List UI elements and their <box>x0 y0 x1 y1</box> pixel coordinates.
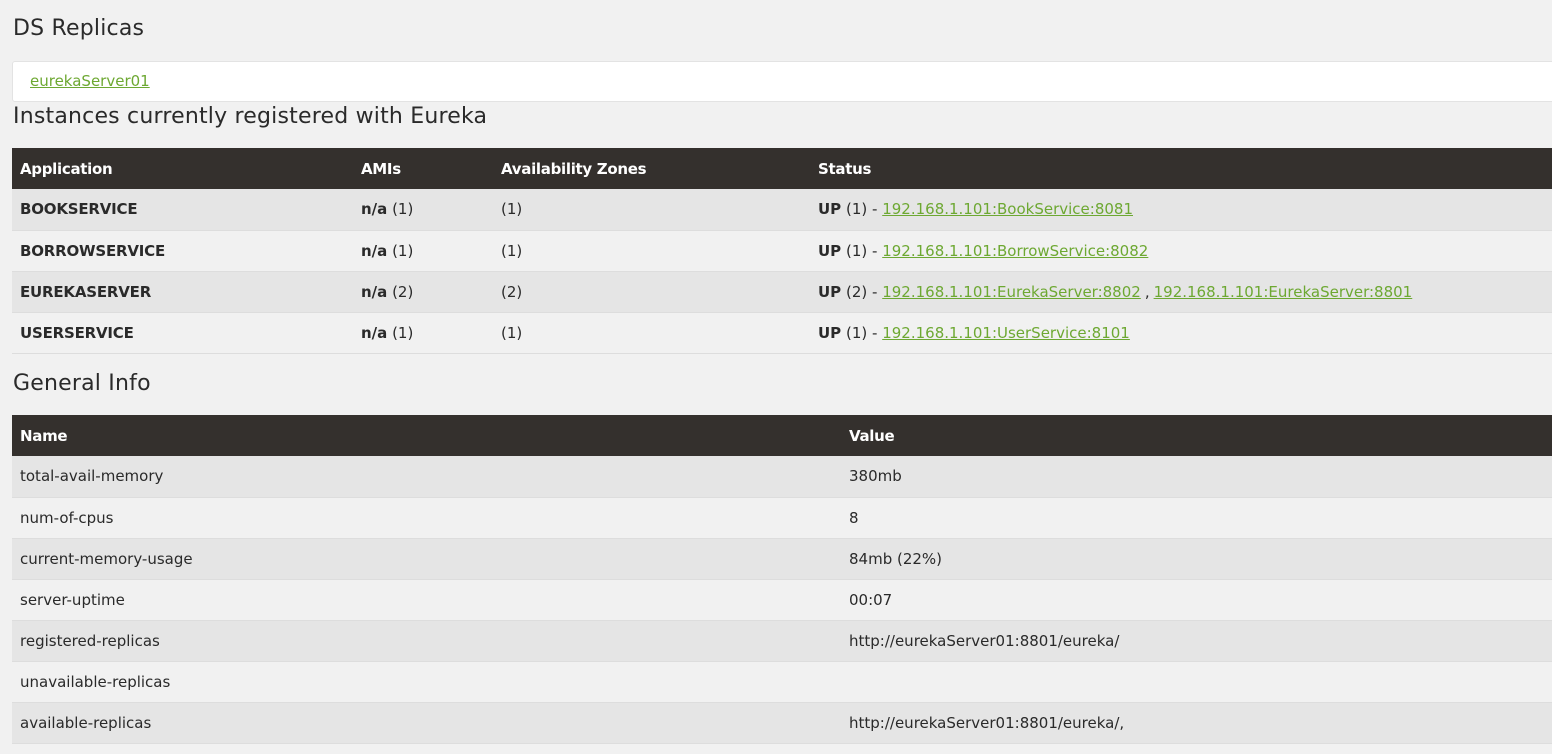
column-header-application: Application <box>20 159 113 178</box>
info-value: 00:07 <box>849 590 893 609</box>
status-separator: - <box>872 323 878 342</box>
amis-count: (1) <box>392 200 414 219</box>
table-row: available-replicas http://eurekaServer01… <box>12 702 1552 743</box>
amis-cell: n/a (1) <box>353 230 493 271</box>
info-name: server-uptime <box>20 590 125 609</box>
amis-count: (1) <box>392 241 414 260</box>
table-row: num-of-cpus 8 <box>12 497 1552 538</box>
eureka-dashboard: DS Replicas eurekaServer01 Instances cur… <box>0 0 1552 754</box>
zones-cell: (1) <box>501 323 523 342</box>
link-separator: , <box>1144 282 1150 301</box>
info-name: registered-replicas <box>20 631 160 650</box>
column-header-status: Status <box>818 159 872 178</box>
amis-cell: n/a (1) <box>353 312 493 353</box>
instances-header-row: Application AMIs Availability Zones Stat… <box>12 148 1552 189</box>
application-name: EUREKASERVER <box>20 282 152 301</box>
status-count: (1) <box>845 323 868 342</box>
amis-label: n/a <box>361 323 388 342</box>
general-info-table: Name Value total-avail-memory 380mb num-… <box>12 415 1552 744</box>
table-row: BORROWSERVICE n/a (1) (1) UP (1) - 192.1… <box>12 230 1552 271</box>
info-name: total-avail-memory <box>20 467 164 486</box>
status-label: UP <box>818 200 842 219</box>
amis-count: (1) <box>392 323 414 342</box>
info-value: http://eurekaServer01:8801/eureka/ <box>849 631 1120 650</box>
general-info-heading: General Info <box>13 371 151 396</box>
table-row: EUREKASERVER n/a (2) (2) UP (2) - 192.16… <box>12 271 1552 312</box>
info-value: 84mb (22%) <box>849 549 943 568</box>
table-row: registered-replicas http://eurekaServer0… <box>12 620 1552 661</box>
table-row: current-memory-usage 84mb (22%) <box>12 538 1552 579</box>
status-separator: - <box>872 282 878 301</box>
application-name: BOOKSERVICE <box>20 200 138 219</box>
status-label: UP <box>818 282 842 301</box>
status-label: UP <box>818 323 842 342</box>
application-name: BORROWSERVICE <box>20 241 166 260</box>
status-cell: UP (1) - 192.168.1.101:BookService:8081 <box>810 189 1552 230</box>
table-row: BOOKSERVICE n/a (1) (1) UP (1) - 192.168… <box>12 189 1552 230</box>
amis-cell: n/a (2) <box>353 271 493 312</box>
amis-label: n/a <box>361 282 388 301</box>
instance-link[interactable]: 192.168.1.101:EurekaServer:8801 <box>1154 283 1413 301</box>
status-count: (1) <box>845 241 868 260</box>
info-name: num-of-cpus <box>20 508 114 527</box>
info-value: http://eurekaServer01:8801/eureka/, <box>849 713 1125 732</box>
status-cell: UP (1) - 192.168.1.101:BorrowService:808… <box>810 230 1552 271</box>
instance-link[interactable]: 192.168.1.101:BookService:8081 <box>882 200 1133 218</box>
ds-replicas-panel: eurekaServer01 <box>12 61 1552 102</box>
column-header-zones: Availability Zones <box>501 159 647 178</box>
zones-cell: (1) <box>501 200 523 219</box>
table-row: unavailable-replicas <box>12 661 1552 702</box>
info-value: 8 <box>849 508 859 527</box>
amis-cell: n/a (1) <box>353 189 493 230</box>
general-info-header-row: Name Value <box>12 415 1552 456</box>
status-label: UP <box>818 241 842 260</box>
application-name: USERSERVICE <box>20 323 134 342</box>
info-value: 380mb <box>849 467 902 486</box>
amis-count: (2) <box>392 282 414 301</box>
replica-link-eurekaserver01[interactable]: eurekaServer01 <box>30 72 150 90</box>
column-header-value: Value <box>849 426 895 445</box>
info-name: current-memory-usage <box>20 549 193 568</box>
instances-table: Application AMIs Availability Zones Stat… <box>12 148 1552 354</box>
instance-link[interactable]: 192.168.1.101:EurekaServer:8802 <box>882 283 1141 301</box>
amis-label: n/a <box>361 200 388 219</box>
table-row: total-avail-memory 380mb <box>12 456 1552 497</box>
instance-link[interactable]: 192.168.1.101:UserService:8101 <box>882 324 1130 342</box>
status-separator: - <box>872 200 878 219</box>
info-name: available-replicas <box>20 713 152 732</box>
status-count: (2) <box>845 282 868 301</box>
info-value <box>841 661 1552 702</box>
table-row: USERSERVICE n/a (1) (1) UP (1) - 192.168… <box>12 312 1552 353</box>
column-header-amis: AMIs <box>361 159 401 178</box>
instance-link[interactable]: 192.168.1.101:BorrowService:8082 <box>882 242 1148 260</box>
status-cell: UP (1) - 192.168.1.101:UserService:8101 <box>810 312 1552 353</box>
status-count: (1) <box>845 200 868 219</box>
zones-cell: (2) <box>501 282 523 301</box>
status-cell: UP (2) - 192.168.1.101:EurekaServer:8802… <box>810 271 1552 312</box>
info-name: unavailable-replicas <box>20 672 171 691</box>
instances-heading: Instances currently registered with Eure… <box>13 104 488 129</box>
status-separator: - <box>872 241 878 260</box>
zones-cell: (1) <box>501 241 523 260</box>
ds-replicas-heading: DS Replicas <box>13 16 145 41</box>
table-row: server-uptime 00:07 <box>12 579 1552 620</box>
column-header-name: Name <box>20 426 68 445</box>
amis-label: n/a <box>361 241 388 260</box>
